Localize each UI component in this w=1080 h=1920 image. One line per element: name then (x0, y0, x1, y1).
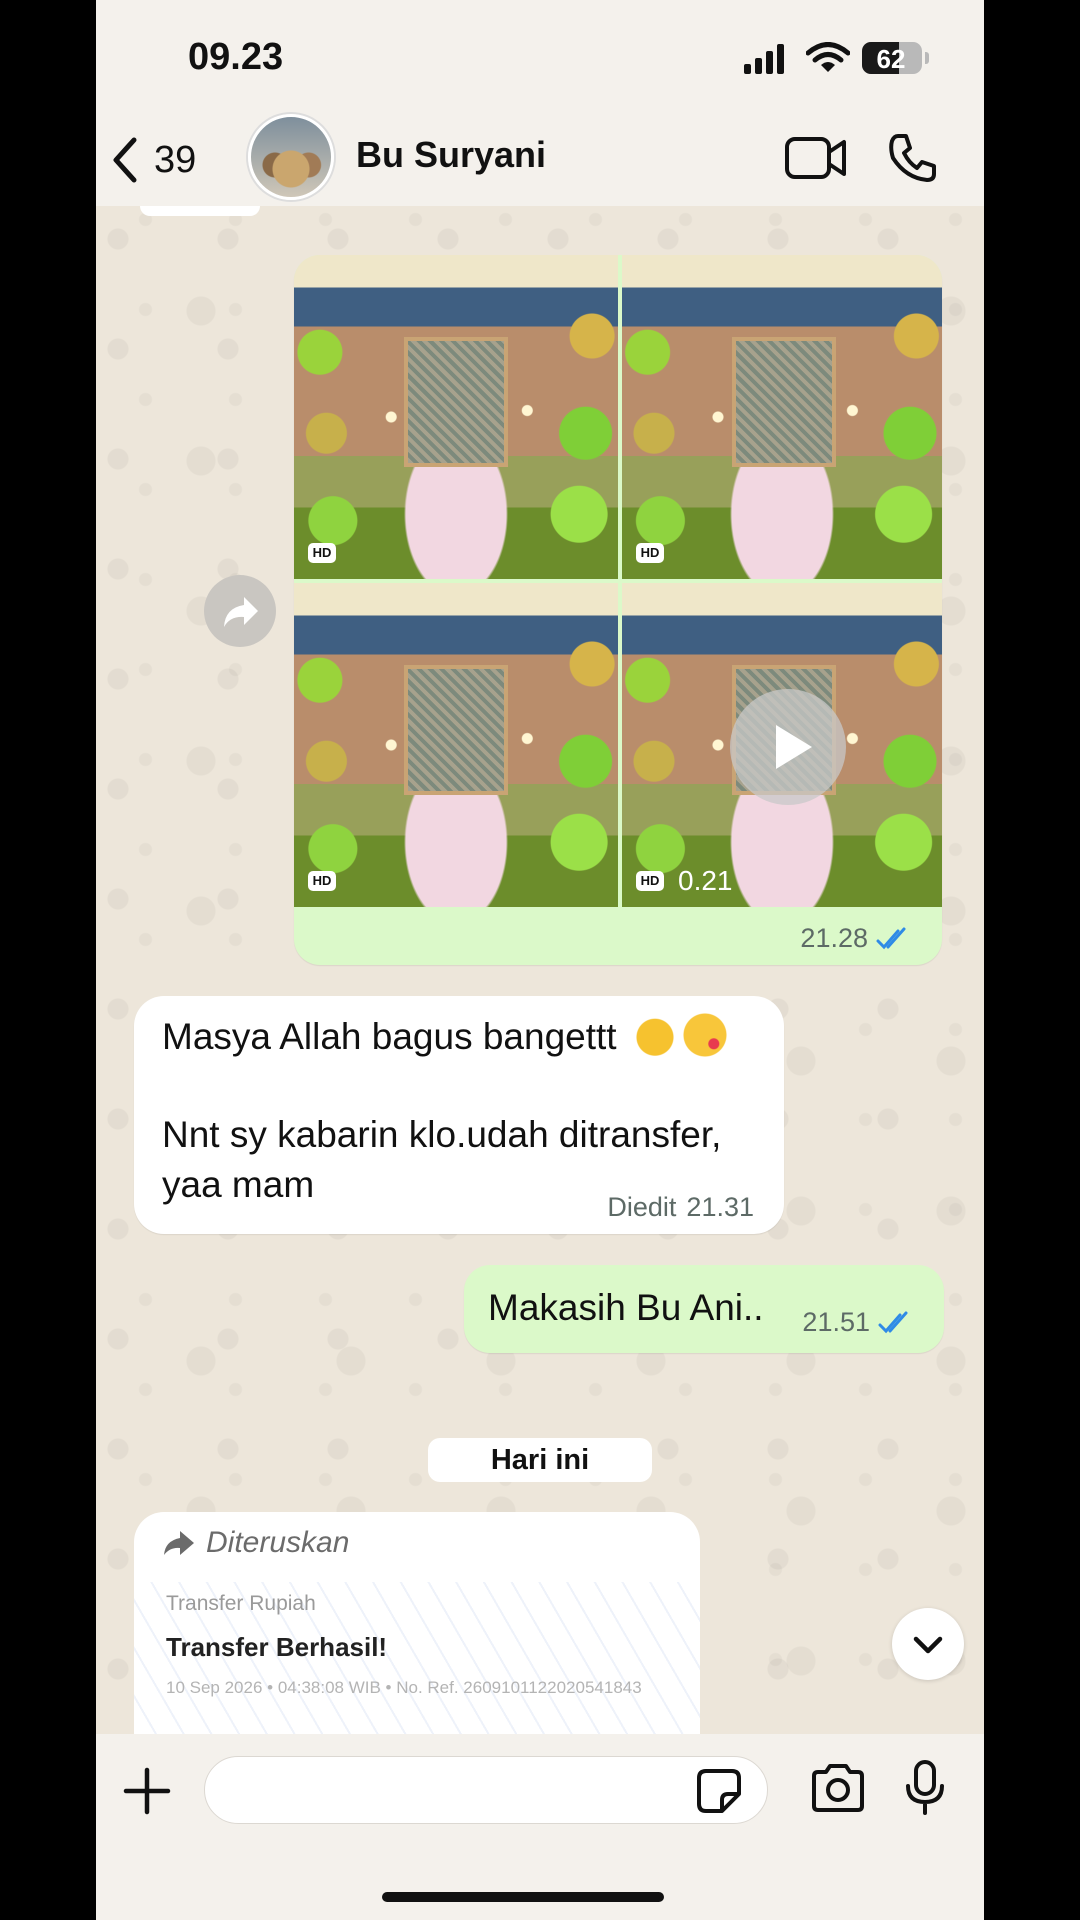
receipt-reference: 10 Sep 2026 • 04:38:08 WIB • No. Ref. 26… (166, 1678, 642, 1697)
hd-badge: HD (636, 871, 664, 891)
message-time: 21.28 (800, 923, 868, 953)
hd-badge: HD (308, 871, 336, 891)
video-call-icon[interactable] (784, 136, 848, 180)
day-separator: Hari ini (428, 1438, 652, 1482)
forwarded-label: Diteruskan (162, 1526, 349, 1560)
sticker-icon[interactable] (696, 1768, 742, 1814)
battery-percentage: 62 (876, 44, 906, 74)
message-line: yaa mam (162, 1164, 315, 1205)
message-meta: 21.51 (802, 1307, 914, 1338)
double-check-icon (876, 927, 906, 949)
kiss-emoji-icon (682, 1013, 727, 1057)
battery-icon: 62 (862, 42, 929, 74)
thumbs-up-emoji-icon (632, 1013, 677, 1057)
video-tile[interactable]: HD 0.21 (622, 583, 942, 907)
home-indicator (382, 1892, 664, 1902)
contact-name[interactable]: Bu Suryani (356, 134, 546, 176)
plus-icon[interactable] (122, 1766, 172, 1816)
message-line: Masya Allah bagus bangettt (162, 1012, 727, 1062)
forwarded-message[interactable]: Diteruskan Transfer Rupiah Transfer Berh… (134, 1512, 700, 1734)
double-check-icon (878, 1311, 908, 1333)
receipt-title: Transfer Berhasil! (166, 1632, 388, 1662)
message-input-bar (96, 1734, 984, 1920)
message-meta: 21.28 (800, 923, 912, 954)
previous-message-edge (140, 206, 260, 216)
forward-icon (224, 597, 258, 627)
cellular-signal-icon (744, 44, 784, 74)
phone-icon[interactable] (886, 132, 938, 184)
scroll-to-bottom-button[interactable] (892, 1608, 964, 1680)
outgoing-message[interactable]: Makasih Bu Ani.. 21.51 (464, 1265, 944, 1353)
message-meta: Diedit 21.31 (607, 1192, 754, 1223)
media-tile[interactable]: HD (622, 255, 942, 579)
back-chevron-icon (113, 137, 137, 183)
edited-label: Diedit (607, 1192, 677, 1222)
media-tile[interactable]: HD (294, 583, 618, 907)
message-text: Makasih Bu Ani.. (488, 1287, 764, 1328)
receipt-subtitle: Transfer Rupiah (166, 1592, 316, 1615)
media-album-bubble[interactable]: HD HD HD HD 0.21 21.28 (294, 255, 942, 965)
status-time: 09.23 (188, 36, 284, 78)
forward-icon (164, 1531, 194, 1555)
hd-badge: HD (636, 543, 664, 563)
back-button[interactable]: 39 (110, 130, 196, 190)
hd-badge: HD (308, 543, 336, 563)
transfer-receipt-image[interactable]: Transfer Rupiah Transfer Berhasil! 10 Se… (134, 1582, 700, 1734)
message-time: 21.51 (802, 1307, 870, 1337)
status-bar: 09.23 62 (96, 0, 984, 110)
chat-header: 39 Bu Suryani (96, 110, 984, 206)
message-line: Nnt sy kabarin klo.udah ditransfer, (162, 1114, 722, 1155)
mic-icon[interactable] (904, 1760, 946, 1816)
message-input[interactable] (204, 1756, 768, 1824)
whatsapp-chat-screen: 09.23 62 39 Bu Suryani HD HD HD HD 0.21 … (96, 0, 984, 1920)
chevron-down-icon (913, 1636, 943, 1654)
incoming-message[interactable]: Masya Allah bagus bangettt Nnt sy kabari… (134, 996, 784, 1234)
avatar[interactable] (248, 114, 334, 200)
forward-button[interactable] (204, 575, 276, 647)
camera-icon[interactable] (810, 1764, 866, 1812)
play-button[interactable] (730, 689, 846, 805)
play-icon (776, 725, 812, 769)
unread-count: 39 (154, 138, 197, 181)
media-tile[interactable]: HD (294, 255, 618, 579)
message-time: 21.31 (686, 1192, 754, 1222)
wifi-icon (806, 42, 850, 72)
video-duration: 0.21 (678, 865, 733, 896)
